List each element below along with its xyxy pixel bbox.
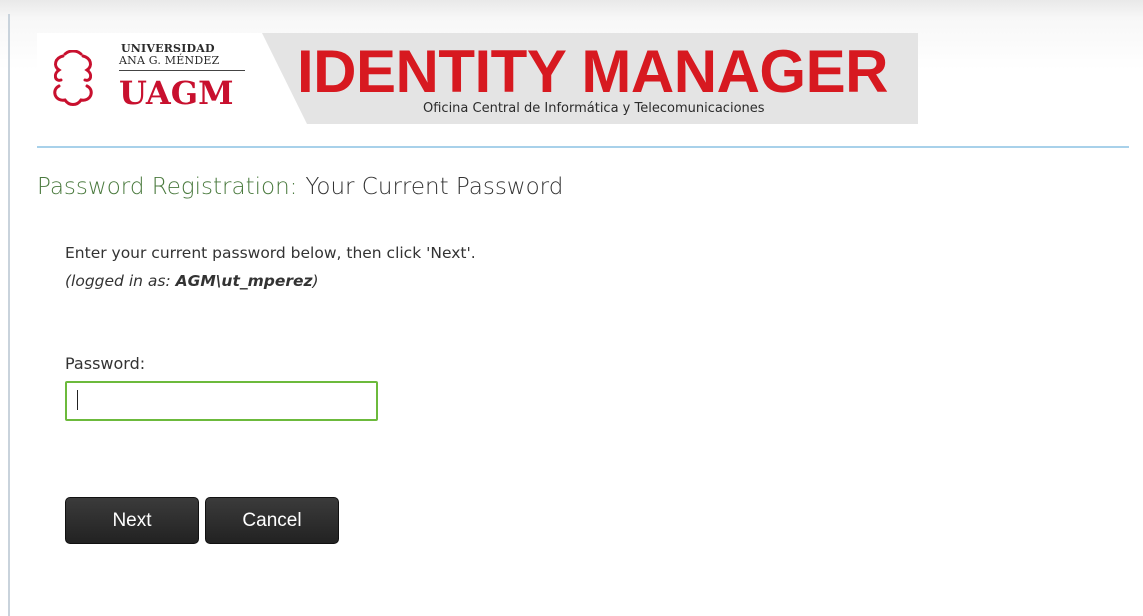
university-logo-icon xyxy=(53,50,93,106)
cancel-button[interactable]: Cancel xyxy=(205,497,339,544)
password-label: Password: xyxy=(65,354,146,373)
logged-in-username: AGM\ut_mperez xyxy=(175,272,313,290)
university-divider xyxy=(119,70,245,71)
password-input[interactable] xyxy=(65,381,378,421)
app-title: IDENTITY MANAGER xyxy=(297,38,888,105)
header-banner: UNIVERSIDAD ANA G. MÉNDEZ UAGM IDENTITY … xyxy=(37,33,918,124)
app-subtitle: Oficina Central de Informática y Telecom… xyxy=(423,101,765,116)
university-short-name: UAGM xyxy=(119,74,234,112)
left-border xyxy=(8,14,10,616)
page-title: Password Registration: Your Current Passw… xyxy=(37,174,563,200)
text-caret xyxy=(77,390,78,410)
university-name-line2: ANA G. MÉNDEZ xyxy=(119,54,220,67)
logged-in-prefix: (logged in as: xyxy=(65,272,176,290)
page-title-step: Your Current Password xyxy=(305,174,564,200)
logged-in-info: (logged in as: AGM\ut_mperez) xyxy=(65,272,319,290)
next-button[interactable]: Next xyxy=(65,497,199,544)
page-title-section: Password Registration: xyxy=(37,174,298,200)
page: UNIVERSIDAD ANA G. MÉNDEZ UAGM IDENTITY … xyxy=(0,0,1143,616)
header-divider xyxy=(37,146,1129,148)
instructions-text: Enter your current password below, then … xyxy=(65,244,476,262)
logged-in-suffix: ) xyxy=(312,272,319,290)
